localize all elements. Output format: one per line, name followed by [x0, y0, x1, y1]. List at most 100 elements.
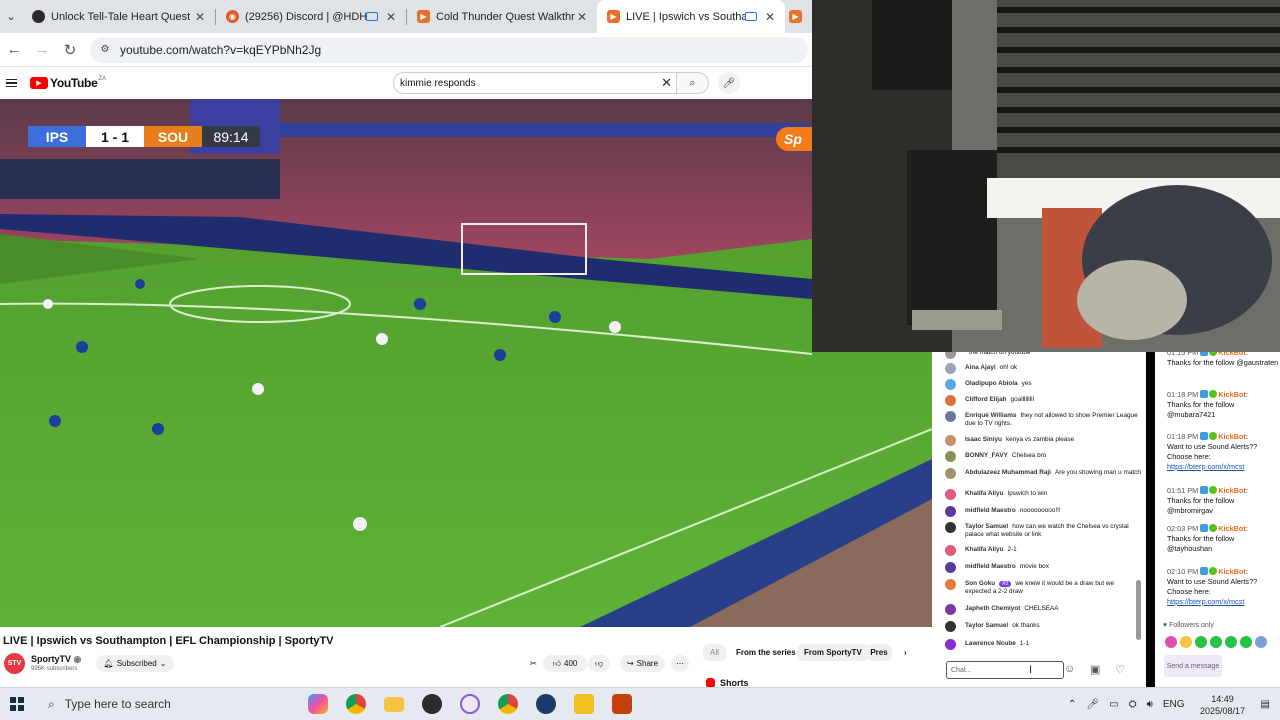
- chat-avatar[interactable]: [945, 545, 956, 556]
- yellow-app-icon[interactable]: [565, 688, 603, 720]
- channel-name[interactable]: SportyTV ◉: [31, 654, 81, 665]
- chip-from-series[interactable]: From the series: [729, 644, 803, 661]
- chat-avatar[interactable]: [945, 522, 956, 533]
- browser-tab-5[interactable]: ▶: [785, 0, 807, 33]
- chip-from-channel[interactable]: From SportyTV: [797, 644, 869, 661]
- volume-icon[interactable]: 🔊︎: [1147, 699, 1153, 710]
- file-explorer-icon[interactable]: [375, 688, 413, 720]
- chat-avatar[interactable]: [945, 579, 956, 590]
- chat-username[interactable]: Oladipupo Abiola: [965, 380, 1018, 387]
- emote-icon[interactable]: [1180, 636, 1192, 648]
- share-button[interactable]: ↪ Share: [620, 655, 665, 672]
- start-button[interactable]: [0, 697, 34, 711]
- microphone-icon[interactable]: 🎤︎: [1086, 699, 1099, 710]
- chip-all[interactable]: All: [703, 644, 726, 661]
- chat-avatar[interactable]: [945, 379, 956, 390]
- battery-icon[interactable]: ▭: [1109, 699, 1118, 710]
- browser-tab-3[interactable]: ▶ Cold Thunder Quest Walkthrou ✕: [407, 0, 597, 33]
- chat-username[interactable]: Clifford Elijah: [965, 396, 1007, 403]
- chat-avatar[interactable]: [945, 352, 956, 359]
- emote-icon[interactable]: [1165, 636, 1177, 648]
- chat-username[interactable]: Khalifa Aliyu: [965, 546, 1003, 553]
- chat-avatar[interactable]: [945, 451, 956, 462]
- chat-avatar[interactable]: [945, 435, 956, 446]
- language-indicator[interactable]: ENG: [1163, 699, 1185, 710]
- chat-avatar[interactable]: [945, 506, 956, 517]
- chat-avatar[interactable]: [945, 489, 956, 500]
- dislike-button[interactable]: 👎︎: [588, 655, 610, 672]
- bot-name[interactable]: KickBot: [1218, 524, 1246, 533]
- chip-presented[interactable]: Pres: [866, 644, 892, 661]
- emote-icon[interactable]: [1225, 636, 1237, 648]
- tab-1-close-icon[interactable]: ✕: [193, 10, 207, 24]
- bot-message-link[interactable]: https://bterp.com/x/mcst: [1167, 462, 1244, 471]
- chat-avatar[interactable]: [945, 468, 956, 479]
- browser-tab-4-active[interactable]: ▶ LIVE | Ipswich vs Southampt ✕: [597, 0, 785, 33]
- chat-scrollbar[interactable]: [1136, 580, 1141, 640]
- send-message-input[interactable]: Send a message: [1164, 655, 1222, 677]
- forward-arrow-icon[interactable]: →: [28, 41, 56, 58]
- search-button[interactable]: ⌕: [677, 72, 709, 94]
- chat-avatar[interactable]: [945, 639, 956, 650]
- chat-avatar[interactable]: [945, 411, 956, 422]
- chat-avatar[interactable]: [945, 363, 956, 374]
- clear-search-icon[interactable]: ✕: [661, 75, 672, 91]
- bot-name[interactable]: KickBot: [1218, 567, 1246, 576]
- chat-username[interactable]: Khalifa Aliyu: [965, 490, 1003, 497]
- chat-username[interactable]: Son Goku: [965, 580, 995, 587]
- search-input[interactable]: kimmie responds ✕: [393, 72, 677, 94]
- chat-username[interactable]: midfield Maestro: [965, 507, 1016, 514]
- chips-next-icon[interactable]: ›: [897, 644, 914, 661]
- chat-avatar[interactable]: [945, 562, 956, 573]
- steam-app-icon[interactable]: [527, 688, 565, 720]
- chat-username[interactable]: Abdulazeez Muhammad Raji: [965, 469, 1051, 476]
- copilot-app-icon[interactable]: [299, 688, 337, 720]
- emoji-icon[interactable]: ☺: [1064, 663, 1075, 675]
- like-button[interactable]: 👍︎ 400: [543, 655, 587, 672]
- tab-2-close-icon[interactable]: ✕: [384, 10, 398, 24]
- bot-message-link[interactable]: https://bterp.com/x/mcst: [1167, 597, 1244, 606]
- chat-username[interactable]: midfield Maestro: [965, 563, 1016, 570]
- tray-chevron-up-icon[interactable]: ⌃: [1068, 699, 1076, 710]
- browser-tab-1[interactable]: Unlock Tell-Tale Heart Quest ✕: [22, 0, 215, 33]
- url-field[interactable]: ⚙ youtube.com/watch?v=kqEYPbNh2Jg: [90, 36, 808, 63]
- snipping-tool-icon[interactable]: [451, 688, 489, 720]
- emote-icon[interactable]: [1195, 636, 1207, 648]
- voice-search-icon[interactable]: 🎤︎: [718, 72, 740, 94]
- heart-icon[interactable]: ♡: [1115, 663, 1125, 676]
- chat-input[interactable]: Chat... I: [946, 661, 1064, 679]
- gift-icon[interactable]: ▣: [1090, 663, 1100, 676]
- bot-name[interactable]: KickBot: [1218, 486, 1246, 495]
- tab-search-chevron-icon[interactable]: ⌄: [0, 0, 22, 33]
- notifications-icon[interactable]: ▤: [1261, 699, 1270, 710]
- chat-username[interactable]: Lawrence Ncube: [965, 640, 1016, 647]
- channel-avatar[interactable]: STV: [4, 653, 25, 674]
- back-arrow-icon[interactable]: ←: [0, 41, 28, 58]
- chrome-profile-app-icon[interactable]: [489, 688, 527, 720]
- clip-button[interactable]: ✂: [524, 655, 543, 672]
- reload-icon[interactable]: ↻: [56, 41, 84, 59]
- more-actions-button[interactable]: ⋯: [671, 655, 689, 672]
- chat-username[interactable]: BONNY_FAVY: [965, 452, 1008, 459]
- bot-name[interactable]: KickBot: [1218, 432, 1246, 441]
- video-player[interactable]: IPS 1 - 1 SOU 89:14 Sp: [0, 99, 932, 627]
- tab-3-close-icon[interactable]: ✕: [575, 10, 589, 24]
- chat-username[interactable]: Taylor Samuel: [965, 622, 1008, 629]
- bot-name[interactable]: KickBot: [1218, 390, 1246, 399]
- taskbar-search[interactable]: ⌕ Type here to search: [34, 688, 269, 720]
- taskbar-clock[interactable]: 14:49 2025/08/17: [1195, 693, 1251, 717]
- chat-avatar[interactable]: [945, 621, 956, 632]
- emote-icon[interactable]: [1255, 636, 1267, 648]
- chat-avatar[interactable]: [945, 604, 956, 615]
- subscribe-button[interactable]: 🔔︎ Subscribed ⌄: [96, 655, 174, 672]
- chrome-app-icon[interactable]: [337, 688, 375, 720]
- network-icon[interactable]: ⛭: [1129, 699, 1137, 710]
- bot-name[interactable]: KickBot: [1218, 352, 1246, 357]
- chat-username[interactable]: Isaac Siniyu: [965, 436, 1002, 443]
- chat-username[interactable]: Taylor Samuel: [965, 523, 1008, 530]
- chat-username[interactable]: Aina Ajayi: [965, 364, 996, 371]
- emote-icon[interactable]: [1210, 636, 1222, 648]
- chat-avatar[interactable]: [945, 395, 956, 406]
- emote-icon[interactable]: [1240, 636, 1252, 648]
- youtube-logo[interactable]: ▶ YouTube ZA: [30, 76, 106, 90]
